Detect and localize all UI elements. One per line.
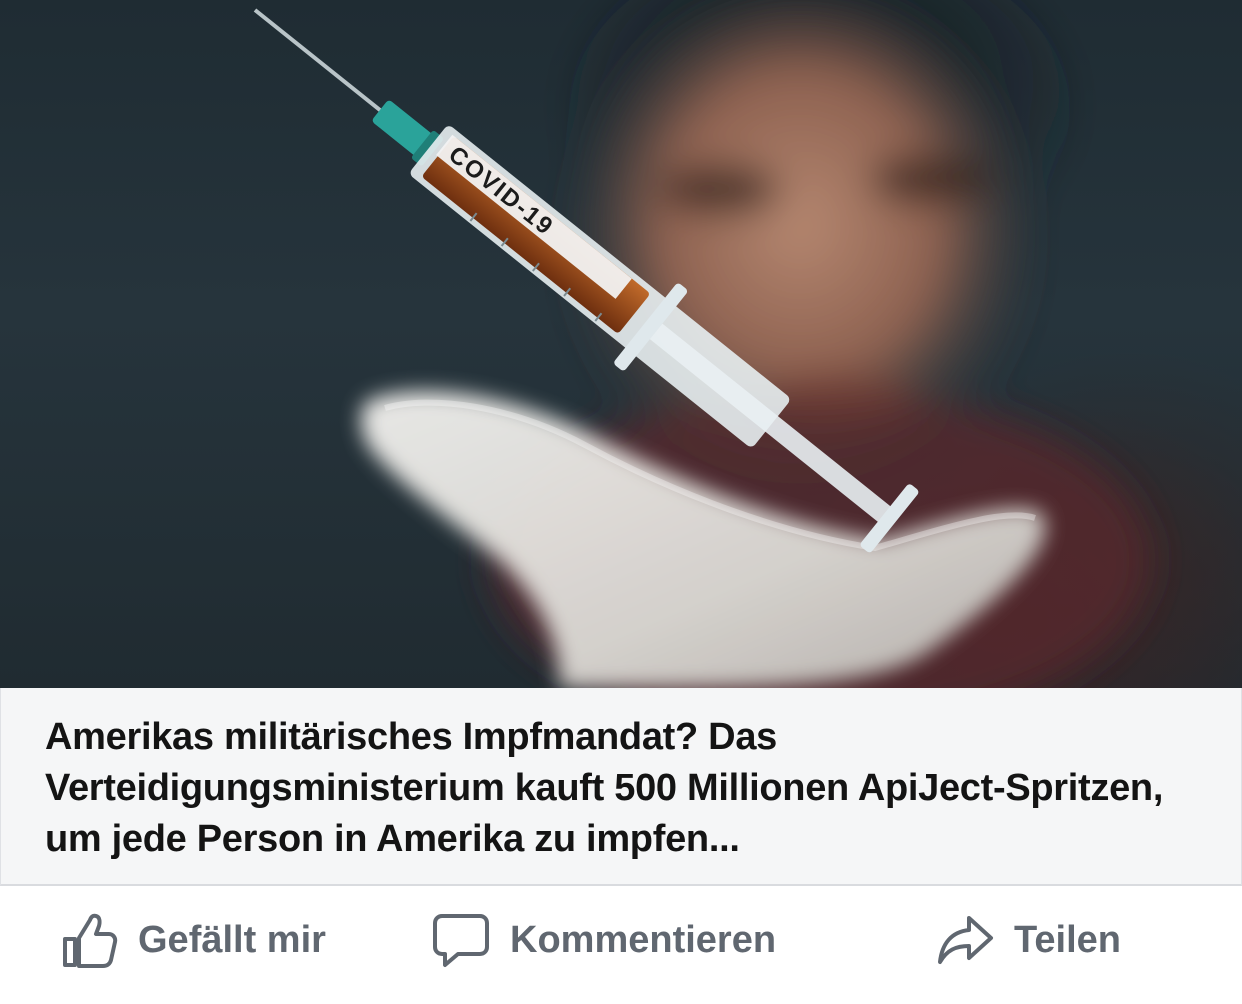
article-headline[interactable]: Amerikas militärisches Impfmandat? Das V… [45,712,1195,865]
comment-label: Kommentieren [510,918,777,961]
post-action-bar: Gefällt mir Kommentieren Teilen [0,886,1242,1004]
speech-bubble-icon [432,912,490,968]
link-preview-caption[interactable]: Amerikas militärisches Impfmandat? Das V… [0,688,1242,886]
thumbs-up-icon [60,912,118,968]
like-button[interactable]: Gefällt mir [60,912,326,968]
comment-button[interactable]: Kommentieren [432,912,776,968]
share-arrow-icon [936,912,994,968]
like-label: Gefällt mir [138,918,326,961]
syringe-and-glove-illustration: COVID-19 [253,0,1150,688]
share-label: Teilen [1014,918,1121,961]
share-button[interactable]: Teilen [936,912,1121,968]
facebook-post: COVID-19 Amerikas militärisches Impfmand… [0,0,1242,1004]
link-preview-image[interactable]: COVID-19 [0,0,1242,688]
